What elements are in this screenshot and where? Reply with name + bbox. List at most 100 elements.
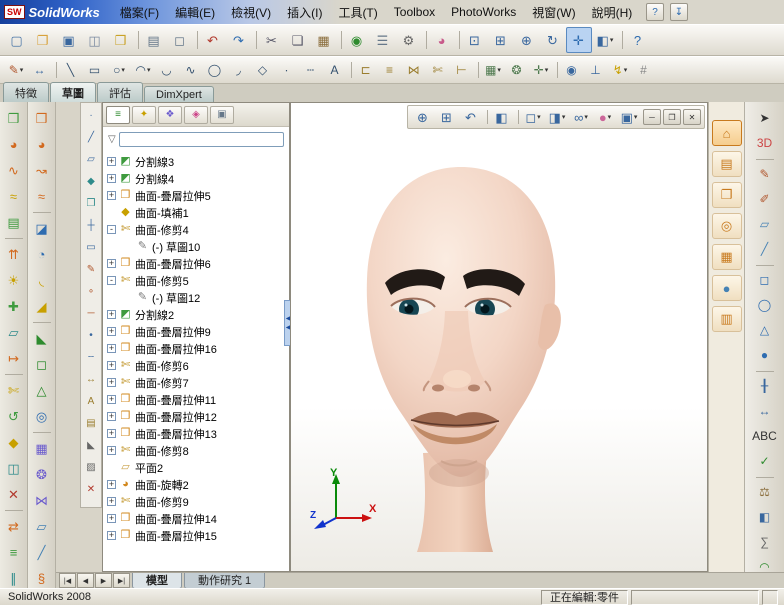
tree-expander[interactable] bbox=[107, 463, 116, 472]
tab-motion-study[interactable]: 動作研究 1 bbox=[184, 572, 266, 589]
tab-model[interactable]: 模型 bbox=[132, 572, 182, 589]
tree-item[interactable]: + ❒ 曲面-疊層拉伸13 bbox=[105, 425, 289, 442]
filter-weld-icon[interactable]: ◣ bbox=[81, 435, 101, 457]
tree-item[interactable]: + ✄ 曲面-修剪8 bbox=[105, 442, 289, 459]
tree-item[interactable]: + ❒ 曲面-疊層拉伸11 bbox=[105, 391, 289, 408]
redo-icon[interactable]: ↷ bbox=[226, 27, 252, 53]
view-palette-icon[interactable]: ▦ bbox=[711, 244, 742, 270]
tree-expander[interactable] bbox=[124, 242, 133, 251]
replace-face-icon[interactable]: ⇄ bbox=[1, 510, 27, 539]
next-tab-button[interactable]: ▶ bbox=[95, 573, 112, 588]
document-restore-button[interactable]: ❐ bbox=[663, 109, 681, 125]
rectangle-icon[interactable]: ▭ bbox=[83, 58, 107, 82]
display-style-icon[interactable]: ◨ ▾ bbox=[545, 106, 569, 128]
quick-snaps-icon[interactable]: ↯ ▾ bbox=[608, 58, 632, 82]
open-icon[interactable]: ❐ bbox=[30, 27, 56, 53]
undo-icon[interactable]: ↶ bbox=[197, 27, 226, 53]
tree-item[interactable]: + ✄ 曲面-修剪6 bbox=[105, 357, 289, 374]
reference-axis-icon[interactable]: ╱ bbox=[752, 237, 778, 261]
options-icon[interactable]: ⚙ bbox=[396, 27, 422, 53]
rib-icon[interactable]: ◣ bbox=[29, 322, 55, 351]
trim-surface-icon[interactable]: ✄ bbox=[1, 374, 27, 403]
trim-entities-icon[interactable]: ✄ bbox=[426, 58, 450, 82]
revolved-boss-icon[interactable]: ◕ bbox=[29, 131, 55, 157]
tree-expander[interactable]: + bbox=[107, 327, 116, 336]
menu-view[interactable]: 檢視(V) bbox=[223, 1, 279, 24]
offset-surface-icon[interactable]: ⇈ bbox=[1, 238, 27, 267]
spline-icon[interactable]: ∿ bbox=[179, 58, 203, 82]
filter-vertices-icon[interactable]: ∙ bbox=[81, 105, 101, 127]
tree-expander[interactable]: + bbox=[107, 361, 116, 370]
tree-expander[interactable]: + bbox=[107, 174, 116, 183]
swept-boss-icon[interactable]: ↝ bbox=[29, 157, 55, 183]
hide-show-items-icon[interactable]: ∞ ▾ bbox=[569, 106, 593, 128]
filter-clear-icon[interactable]: ✕ bbox=[81, 479, 101, 501]
tree-item[interactable]: + ✄ 曲面-修剪7 bbox=[105, 374, 289, 391]
filter-edges-icon[interactable]: ╱ bbox=[81, 127, 101, 149]
chamfer-icon[interactable]: ◢ bbox=[29, 293, 55, 319]
standard-views-icon[interactable]: ◧ ▾ bbox=[592, 27, 618, 53]
filter-dimensions-icon[interactable]: ↔ bbox=[81, 369, 101, 391]
filter-centerlines-icon[interactable]: ┄ bbox=[81, 347, 101, 369]
tree-expander[interactable]: - bbox=[107, 225, 116, 234]
tree-expander[interactable]: + bbox=[107, 191, 116, 200]
mass-properties-icon[interactable]: ⚖ bbox=[752, 477, 778, 504]
prev-tab-button[interactable]: ◀ bbox=[77, 573, 94, 588]
reference-axis-icon[interactable]: ╱ bbox=[29, 539, 55, 565]
fillet-icon[interactable]: ◟ bbox=[29, 267, 55, 293]
tree-expander[interactable]: + bbox=[107, 378, 116, 387]
extruded-cut-icon[interactable]: ◪ bbox=[29, 212, 55, 241]
tab-evaluate[interactable]: 評估 bbox=[97, 82, 143, 102]
equations-icon[interactable]: ∑ bbox=[752, 530, 778, 554]
tree-expander[interactable]: + bbox=[107, 429, 116, 438]
filter-axes-icon[interactable]: ┼ bbox=[81, 215, 101, 237]
menu-edit[interactable]: 編輯(E) bbox=[167, 1, 223, 24]
tree-filter-input[interactable] bbox=[118, 131, 284, 147]
tree-expander[interactable] bbox=[107, 208, 116, 217]
radiate-surface-icon[interactable]: ☀ bbox=[1, 267, 27, 293]
featuremanager-tab-icon[interactable]: ≡ bbox=[106, 105, 130, 124]
menu-window[interactable]: 視窗(W) bbox=[524, 1, 583, 24]
sketch-icon[interactable]: ✎ bbox=[752, 159, 778, 186]
add-relation-icon[interactable]: ⊥ bbox=[584, 58, 608, 82]
filter-surface-bodies-icon[interactable]: ◆ bbox=[81, 171, 101, 193]
sketch-fillet-icon[interactable]: ◞ bbox=[227, 58, 251, 82]
configurationmanager-tab-icon[interactable]: ❖ bbox=[158, 105, 182, 124]
linear-sketch-pattern-icon[interactable]: ▦ ▾ bbox=[478, 58, 505, 82]
sphere-icon[interactable]: ● bbox=[752, 343, 778, 367]
hole-wizard-icon[interactable]: ◎ bbox=[29, 403, 55, 429]
zoom-in-out-icon[interactable]: ⊕ bbox=[514, 27, 540, 53]
rotate-view-icon[interactable]: ↻ bbox=[540, 27, 566, 53]
swept-surface-icon[interactable]: ∿ bbox=[1, 157, 27, 183]
pin-menu-icon[interactable]: ↧ bbox=[670, 3, 688, 21]
print-icon[interactable]: ▤ bbox=[138, 27, 167, 53]
smart-dimension-icon[interactable]: ↔ bbox=[752, 399, 778, 423]
circular-sketch-pattern-icon[interactable]: ❂ bbox=[505, 58, 529, 82]
tree-item[interactable]: + ◩ 分割線4 bbox=[105, 170, 289, 187]
centerline-icon[interactable]: ┄ bbox=[299, 58, 323, 82]
tab-sketch[interactable]: 草圖 bbox=[50, 82, 96, 102]
menu-tools[interactable]: 工具(T) bbox=[330, 1, 385, 24]
tab-features[interactable]: 特徵 bbox=[3, 82, 49, 102]
document-close-button[interactable]: ✕ bbox=[683, 109, 701, 125]
edit-color-icon[interactable]: ◕ bbox=[426, 27, 455, 53]
tree-item[interactable]: + ✄ 曲面-修剪9 bbox=[105, 493, 289, 510]
text-icon[interactable]: A bbox=[323, 58, 347, 82]
tree-item[interactable]: + ◕ 曲面-旋轉2 bbox=[105, 476, 289, 493]
convert-entities-icon[interactable]: ⊏ bbox=[351, 58, 378, 82]
tree-item[interactable]: ▱ 平面2 bbox=[105, 459, 289, 476]
tab-dimxpert[interactable]: DimXpert bbox=[144, 86, 214, 102]
mirror-feature-icon[interactable]: ⋈ bbox=[29, 487, 55, 513]
tree-item[interactable]: + ◩ 分割線3 bbox=[105, 153, 289, 170]
tree-item[interactable]: ✎ (-) 草圖12 bbox=[105, 289, 289, 306]
make-drawing-icon[interactable]: ◫ bbox=[82, 27, 108, 53]
menu-photoworks[interactable]: PhotoWorks bbox=[443, 2, 524, 22]
shell-icon[interactable]: ◻ bbox=[29, 351, 55, 377]
untrim-surface-icon[interactable]: ↺ bbox=[1, 403, 27, 429]
filter-sketches-icon[interactable]: ✎ bbox=[81, 259, 101, 281]
tree-expander[interactable]: + bbox=[107, 497, 116, 506]
polygon-icon[interactable]: ◇ bbox=[251, 58, 275, 82]
tree-expander[interactable]: + bbox=[107, 259, 116, 268]
tree-item[interactable]: + ◩ 分割線2 bbox=[105, 306, 289, 323]
new-document-icon[interactable]: ▢ bbox=[4, 27, 30, 53]
